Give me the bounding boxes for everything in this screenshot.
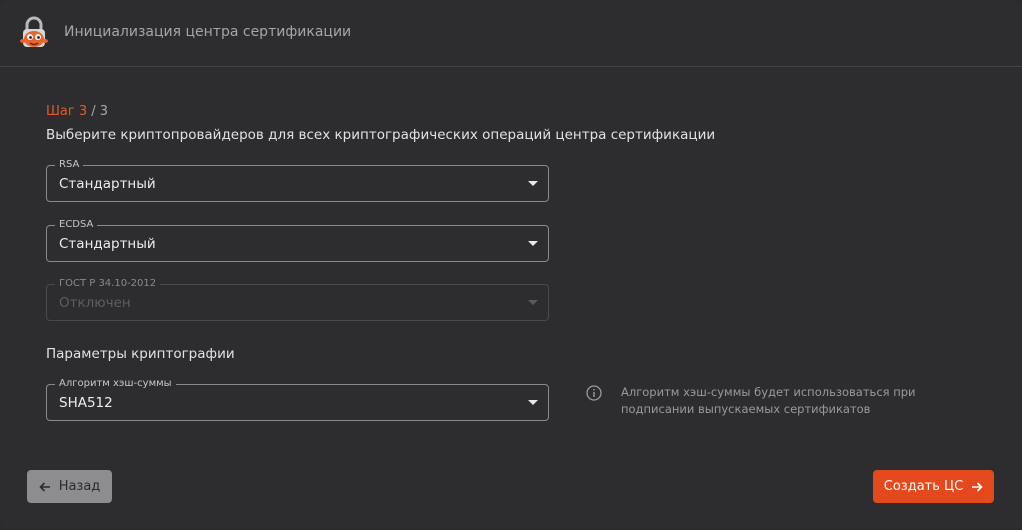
ecdsa-provider-label: ECDSA bbox=[55, 218, 98, 232]
instruction-text: Выберите криптопровайдеров для всех крип… bbox=[46, 127, 716, 143]
dialog-title: Инициализация центра сертификации bbox=[64, 24, 352, 40]
info-icon bbox=[586, 385, 602, 401]
gost-provider-label: ГОСТ Р 34.10-2012 bbox=[55, 277, 161, 291]
back-button-label: Назад bbox=[58, 479, 101, 494]
step-current: Шаг 3 bbox=[46, 104, 88, 119]
hash-algorithm-select[interactable]: Алгоритм хэш-суммы SHA512 bbox=[46, 377, 549, 421]
padlock-mascot-icon bbox=[19, 15, 49, 51]
rsa-provider-value: Стандартный bbox=[59, 176, 156, 192]
chevron-down-icon bbox=[528, 300, 538, 305]
crypto-params-title: Параметры криптографии bbox=[46, 346, 235, 362]
dialog-window: Инициализация центра сертификации Шаг 3 … bbox=[0, 0, 1022, 530]
chevron-down-icon bbox=[528, 400, 538, 405]
back-button[interactable]: Назад bbox=[27, 470, 112, 503]
ecdsa-provider-value: Стандартный bbox=[59, 236, 156, 252]
step-total: / 3 bbox=[87, 104, 109, 119]
hash-hint-text: Алгоритм хэш-суммы будет использоваться … bbox=[621, 385, 916, 416]
ecdsa-provider-select[interactable]: ECDSA Стандартный bbox=[46, 218, 549, 262]
create-ca-button[interactable]: Создать ЦС bbox=[873, 470, 994, 503]
step-indicator: Шаг 3 / 3 bbox=[46, 104, 108, 119]
arrow-left-icon bbox=[39, 481, 51, 493]
hash-algorithm-value: SHA512 bbox=[59, 395, 113, 411]
hash-algorithm-label: Алгоритм хэш-суммы bbox=[55, 377, 176, 391]
arrow-right-icon bbox=[971, 481, 983, 493]
gost-provider-value: Отключен bbox=[59, 295, 131, 311]
dialog-header: Инициализация центра сертификации bbox=[0, 0, 1022, 67]
create-ca-button-label: Создать ЦС bbox=[883, 479, 964, 494]
chevron-down-icon bbox=[528, 181, 538, 186]
gost-provider-select: ГОСТ Р 34.10-2012 Отключен bbox=[46, 277, 549, 321]
rsa-provider-select[interactable]: RSA Стандартный bbox=[46, 158, 549, 202]
rsa-provider-label: RSA bbox=[55, 158, 84, 172]
chevron-down-icon bbox=[528, 241, 538, 246]
